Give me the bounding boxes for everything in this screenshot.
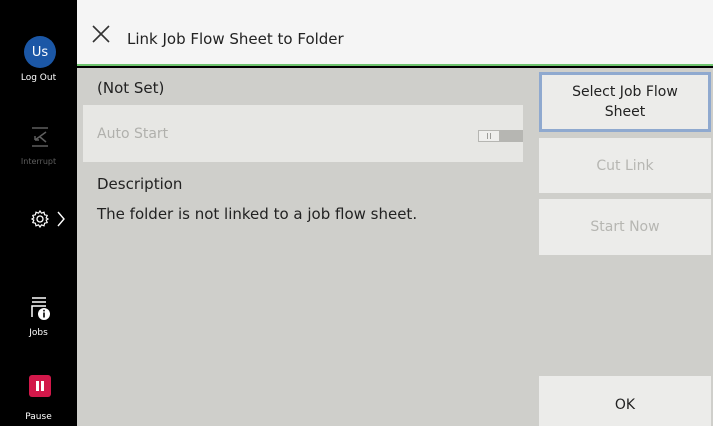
sidebar: Us Log Out Interrupt Jobs Pause <box>0 0 77 426</box>
device-settings-button[interactable] <box>30 205 66 233</box>
chevron-right-icon <box>57 211 65 227</box>
gear-icon <box>30 209 50 229</box>
select-job-flow-sheet-button[interactable]: Select Job Flow Sheet <box>539 72 711 132</box>
header: Link Job Flow Sheet to Folder <box>77 0 713 66</box>
start-now-button[interactable]: Start Now <box>539 199 711 255</box>
action-column: Select Job Flow Sheet Cut Link Start Now… <box>531 68 713 426</box>
cut-link-button[interactable]: Cut Link <box>539 138 711 193</box>
description-text: The folder is not linked to a job flow s… <box>97 205 418 223</box>
ok-button[interactable]: OK <box>539 376 711 426</box>
jobs-label: Jobs <box>29 328 48 338</box>
auto-start-row: Auto Start <box>83 105 523 162</box>
linked-sheet-value: (Not Set) <box>97 79 165 97</box>
auto-start-label: Auto Start <box>97 126 169 142</box>
pause-button[interactable] <box>29 375 51 397</box>
interrupt-label: Interrupt <box>20 157 57 166</box>
user-avatar[interactable]: Us <box>24 36 56 68</box>
page-title: Link Job Flow Sheet to Folder <box>127 30 344 48</box>
toggle-knob <box>479 131 499 141</box>
pause-label: Pause <box>25 412 52 422</box>
close-icon[interactable] <box>92 25 110 43</box>
jobs-icon[interactable] <box>28 295 52 321</box>
description-heading: Description <box>97 175 183 193</box>
main-panel: (Not Set) Auto Start Description The fol… <box>77 68 531 426</box>
auto-start-toggle <box>478 130 523 142</box>
logout-button[interactable]: Log Out <box>0 73 77 83</box>
interrupt-icon[interactable] <box>29 125 51 149</box>
